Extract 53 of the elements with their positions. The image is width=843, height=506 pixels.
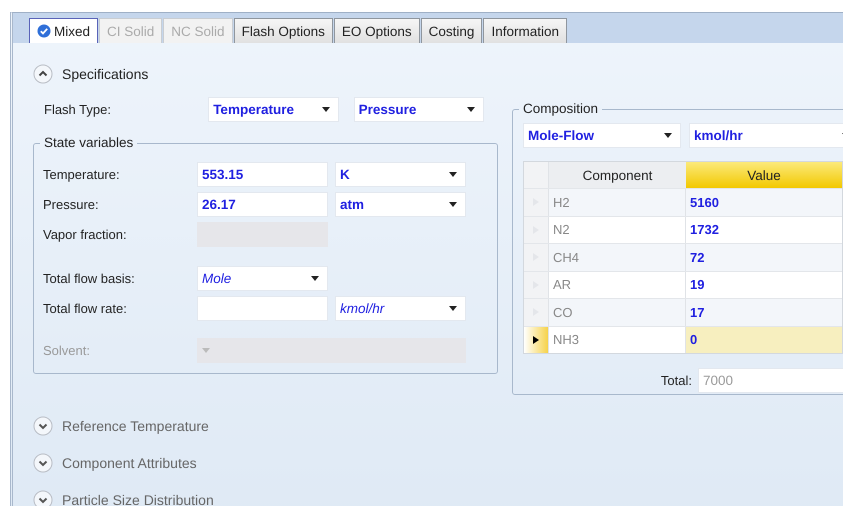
tab[interactable]: EO Options [334,18,420,43]
dropdown[interactable]: Mole [197,266,328,290]
row-pointer-icon [533,336,539,344]
field-label: Total flow basis: [43,270,136,286]
table-cell[interactable]: 0 [686,326,842,353]
dropdown[interactable]: atm [335,192,466,216]
section-title[interactable]: Reference Temperature [62,418,209,434]
dropdown[interactable]: Pressure [354,96,484,122]
caret-icon [467,106,475,112]
expand-icon[interactable] [33,453,53,473]
section-title[interactable]: Specifications [62,66,148,82]
tab[interactable]: Costing [420,18,482,43]
expand-icon[interactable] [33,416,53,436]
table-cell[interactable]: 17 [686,299,842,326]
column-header[interactable]: Component [549,162,686,188]
caret-icon [311,276,319,280]
dropdown[interactable]: Mole-Flow [523,123,681,148]
dropdown[interactable]: Temperature [208,96,339,122]
caret-icon [664,133,672,138]
table-cell[interactable]: 72 [686,244,842,270]
caret-icon [449,172,457,176]
field-label: Temperature: [43,166,121,182]
field-label: Flash Type: [44,102,112,116]
dropdown[interactable]: kmol/hr [335,296,466,320]
tab[interactable]: Information [483,18,567,43]
tab[interactable]: Mixed [29,18,98,43]
section-title[interactable]: Particle Size Distribution [62,492,214,506]
field-label: Total: [660,373,692,388]
input-field[interactable] [197,296,328,320]
caret-icon [322,106,330,112]
collapse-icon[interactable] [33,64,53,84]
dropdown[interactable]: kmol/hr [689,123,843,148]
checkmark-icon [37,24,51,38]
table-cell[interactable]: 1732 [686,216,842,243]
column-header[interactable]: Value [686,162,842,188]
row-header[interactable] [524,326,549,353]
section-title[interactable]: Component Attributes [62,455,197,471]
expand-icon[interactable] [33,490,53,506]
tab[interactable]: Flash Options [234,18,333,43]
input-field[interactable]: 553.15 [197,162,328,186]
group-title: Composition [519,101,602,116]
field-label: Vapor fraction: [43,226,128,242]
dropdown[interactable]: K [335,162,466,186]
table-cell[interactable]: 19 [686,272,842,298]
caret-icon [202,348,210,352]
field-label: Solvent: [43,342,91,358]
caret-icon [449,306,457,310]
caret-icon [449,202,457,206]
field-label: Pressure: [43,196,100,212]
input-field[interactable]: 26.17 [197,192,328,216]
field-label: Total flow rate: [43,300,128,316]
table-cell[interactable]: 5160 [686,189,842,216]
group-title: State variables [40,135,138,150]
